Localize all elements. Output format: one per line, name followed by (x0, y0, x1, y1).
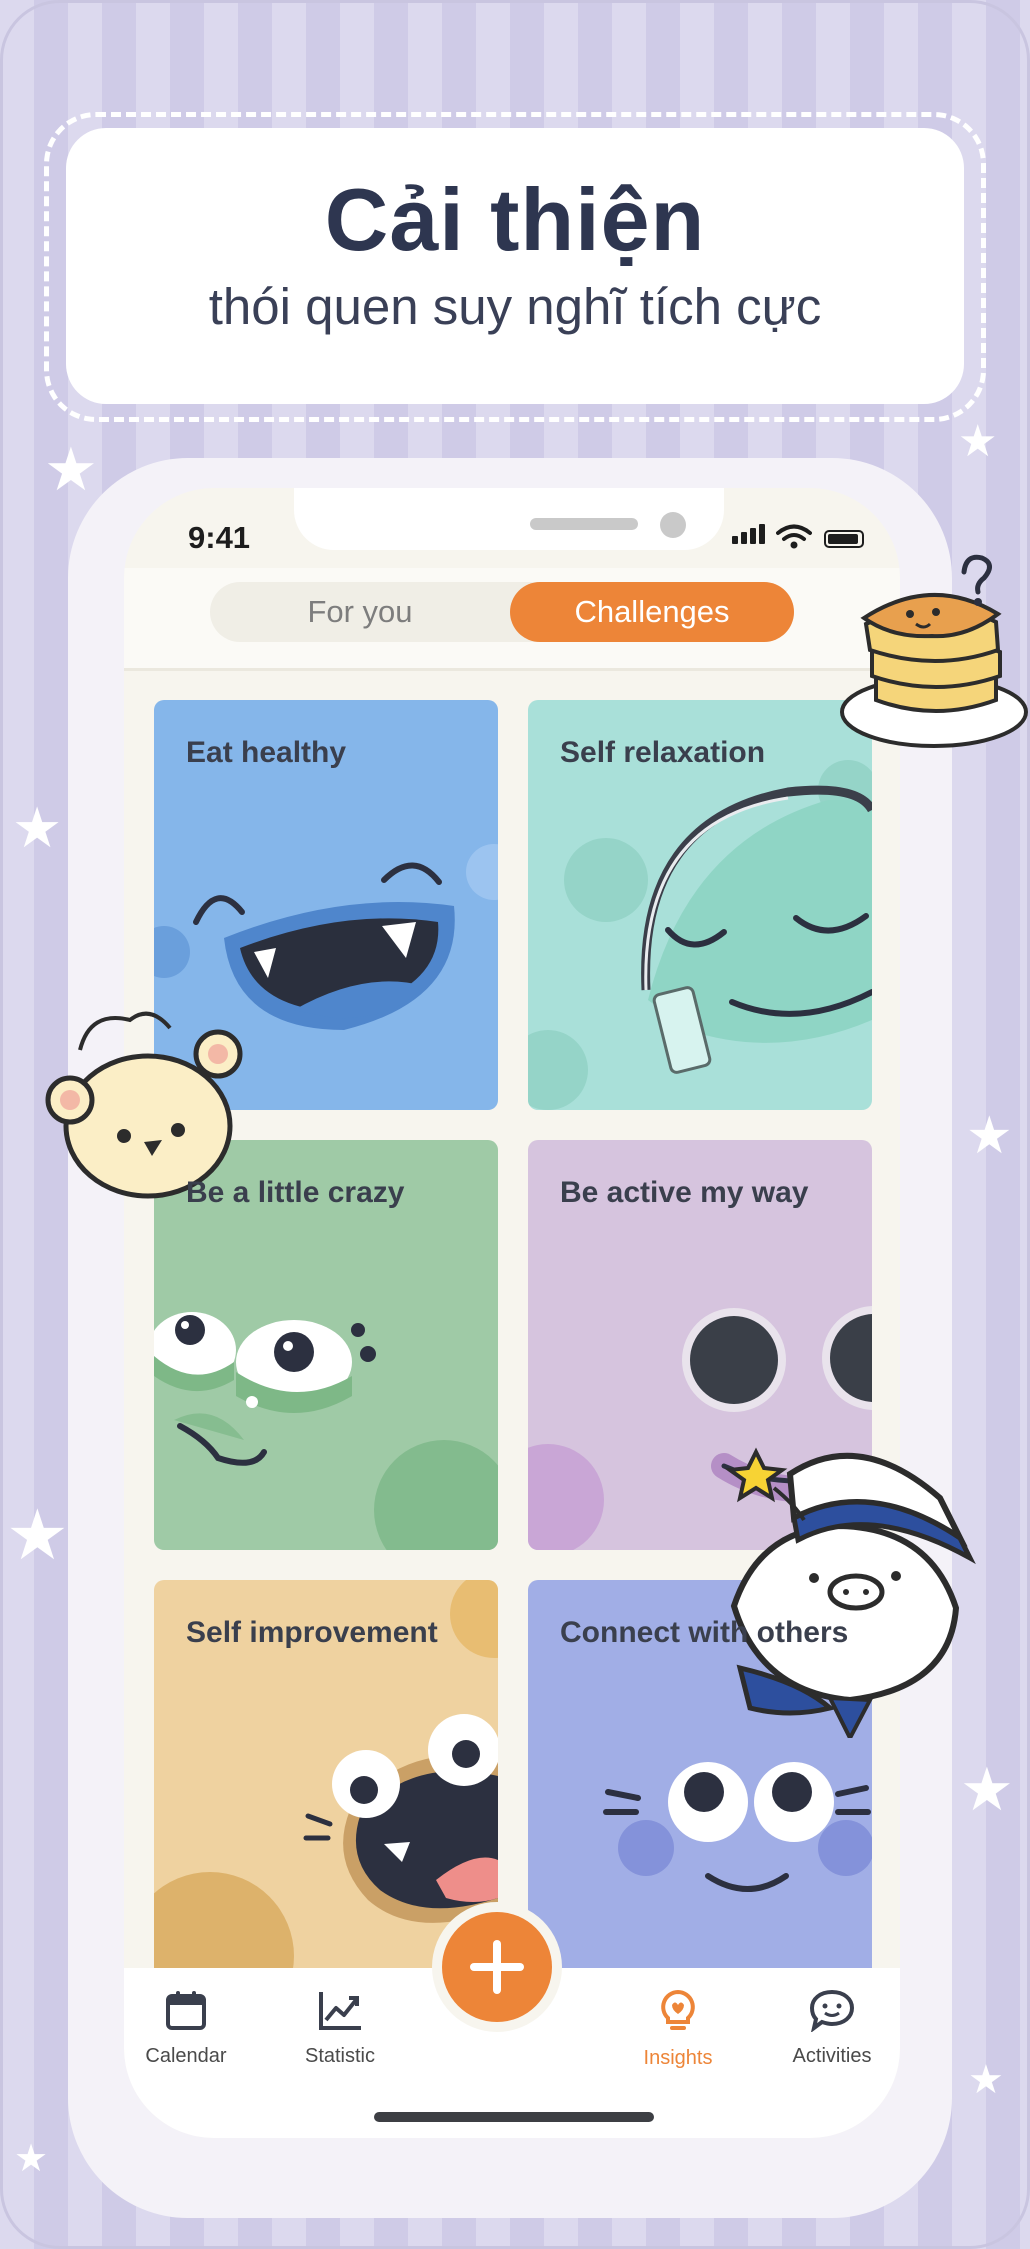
nav-statistic[interactable]: Statistic (280, 1988, 400, 2068)
pancake-sticker (840, 554, 1028, 748)
nav-calendar[interactable]: Calendar (126, 1988, 246, 2068)
header-title: Cải thiện (324, 170, 706, 269)
signal-icon (750, 528, 756, 544)
wifi-icon (776, 524, 812, 549)
signal-icon (759, 524, 765, 544)
plus-icon (493, 1940, 501, 1994)
segmented-control: For you Challenges (210, 582, 794, 642)
chat-bubble-icon (809, 1989, 855, 2033)
nav-label: Activities (792, 2045, 872, 2067)
challenge-card-connect-with-others[interactable]: Connect with others (528, 1580, 872, 1990)
phone-notch (294, 488, 724, 550)
tabs-bar: For you Challenges (124, 568, 900, 671)
status-time: 9:41 (188, 520, 251, 555)
challenge-card-self-relaxation[interactable]: Self relaxation (528, 700, 872, 1110)
star-decoration: ★ (966, 1107, 1013, 1165)
tab-for-you[interactable]: For you (210, 582, 510, 642)
home-indicator (374, 2112, 654, 2122)
add-button[interactable] (442, 1912, 552, 2022)
card-title: Be active my way (560, 1176, 809, 1209)
star-decoration: ★ (44, 436, 98, 503)
battery-icon (824, 530, 864, 548)
header-card: Cải thiện thói quen suy nghĩ tích cực (66, 128, 964, 404)
card-title: Self relaxation (560, 736, 766, 769)
status-icons (732, 520, 872, 550)
phone-screen: 9:41 For you Challenges Eat healthy Self… (124, 488, 900, 2138)
header-subtitle: thói quen suy nghĩ tích cực (208, 278, 822, 335)
nav-label: Calendar (145, 2045, 227, 2067)
tab-challenges[interactable]: Challenges (510, 582, 794, 642)
card-title: Self improvement (186, 1616, 438, 1649)
signal-icon (741, 532, 747, 544)
card-title: Be a little crazy (186, 1176, 405, 1209)
calendar-icon (166, 1991, 206, 2030)
star-decoration: ★ (14, 2138, 49, 2180)
front-camera (660, 512, 686, 538)
star-decoration: ★ (12, 796, 63, 859)
star-decoration: ★ (960, 1756, 1014, 1823)
nav-label: Insights (643, 2047, 713, 2069)
bunny-sailor-sticker (724, 1447, 976, 1738)
star-decoration: ★ (958, 417, 998, 466)
chart-icon (319, 1992, 361, 2030)
star-decoration: ★ (968, 2058, 1004, 2102)
nav-activities[interactable]: Activities (772, 1988, 892, 2068)
card-title: Eat healthy (186, 736, 347, 769)
challenge-card-be-a-little-crazy[interactable]: Be a little crazy (154, 1140, 498, 1550)
star-decoration: ★ (6, 1496, 69, 1574)
challenge-card-self-improvement[interactable]: Self improvement (154, 1580, 498, 1990)
nav-label: Statistic (304, 2045, 376, 2067)
lightbulb-icon (661, 1989, 695, 2030)
nav-insights[interactable]: Insights (618, 1988, 738, 2070)
card-title: Connect with others (560, 1616, 849, 1649)
speaker-grille (530, 518, 638, 530)
signal-icon (732, 536, 738, 544)
